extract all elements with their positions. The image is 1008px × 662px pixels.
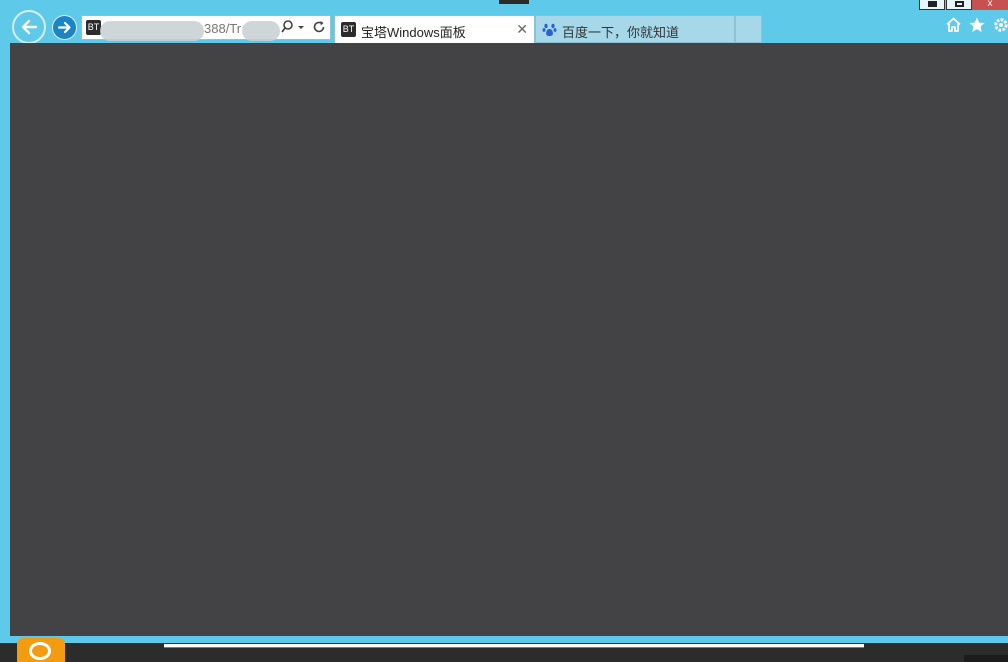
maximize-button[interactable]: [946, 0, 972, 10]
search-icon[interactable]: [281, 20, 293, 38]
tab-label: 百度一下，你就知道: [562, 25, 680, 40]
redacted-url-part: [100, 21, 204, 41]
window-frame-left: [0, 43, 10, 636]
close-icon: x: [987, 0, 993, 9]
title-bar-notch: [499, 0, 529, 4]
star-icon[interactable]: [967, 16, 987, 36]
address-url-text[interactable]: 388/Tr: [204, 21, 241, 36]
refresh-icon[interactable]: [313, 20, 326, 38]
tab-bt-panel[interactable]: BT 宝塔Windows面板 ✕: [334, 15, 535, 43]
gear-icon[interactable]: [991, 16, 1008, 36]
site-favicon: BT: [86, 20, 101, 35]
bt-favicon: BT: [341, 22, 356, 37]
baidu-paw-icon: [542, 23, 557, 37]
loading-progress-bar: [164, 644, 864, 648]
close-tab-icon[interactable]: ✕: [516, 21, 528, 38]
minimize-icon: [928, 1, 937, 7]
minimize-button[interactable]: [919, 0, 945, 10]
tab-baidu[interactable]: 百度一下，你就知道: [535, 15, 735, 43]
tab-label: 宝塔Windows面板: [361, 25, 466, 40]
back-arrow-icon: [21, 19, 38, 35]
home-icon[interactable]: [943, 16, 963, 36]
forward-arrow-icon: [57, 21, 71, 34]
page-viewport[interactable]: [10, 43, 1008, 636]
logo-icon: [29, 642, 51, 660]
redacted-url-part: [242, 21, 280, 41]
taskbar-corner: [964, 655, 1008, 662]
forward-button[interactable]: [52, 15, 77, 40]
back-button[interactable]: [12, 10, 46, 44]
restore-icon: [955, 1, 964, 7]
chevron-down-icon[interactable]: [297, 20, 305, 38]
close-window-button[interactable]: x: [972, 0, 1008, 10]
bt-panel-logo[interactable]: [17, 638, 65, 662]
address-bar[interactable]: BT 388/Tr: [81, 15, 331, 41]
new-tab-button[interactable]: [735, 15, 762, 43]
